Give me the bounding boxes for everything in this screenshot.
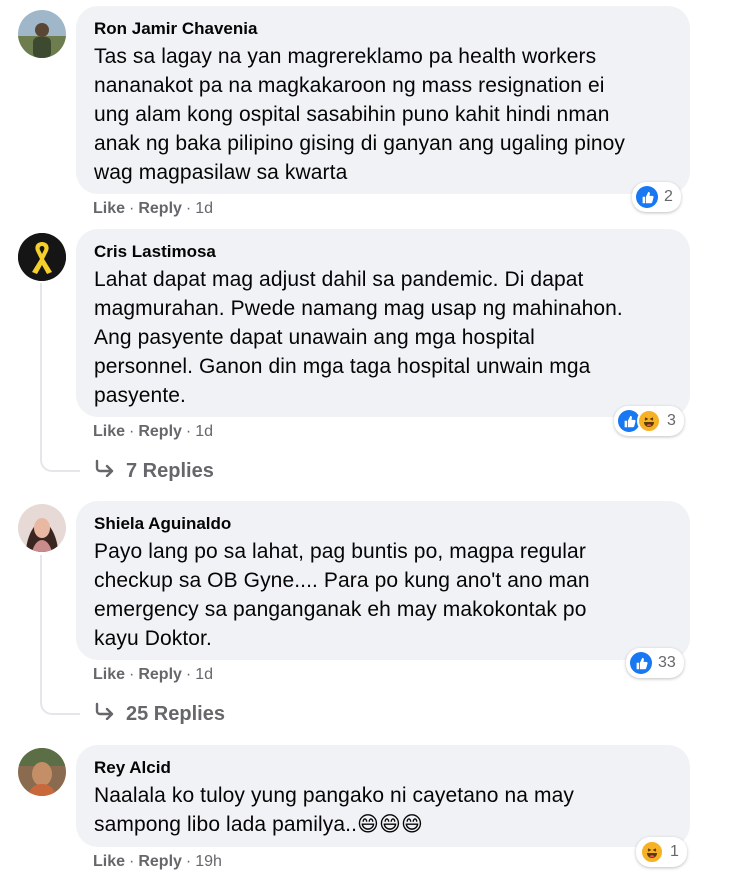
comment-actions: Like · Reply · 1d [93, 666, 213, 684]
replies-count-label: 7 Replies [126, 459, 214, 482]
reply-button[interactable]: Reply [138, 423, 182, 441]
reaction-summary[interactable]: 33 [626, 648, 684, 678]
separator: · [185, 200, 192, 217]
view-replies-link[interactable]: 25 Replies [94, 702, 225, 726]
reaction-count: 2 [664, 188, 673, 205]
comment-actions: Like · Reply · 19h [93, 853, 222, 871]
reply-button[interactable]: Reply [138, 666, 182, 684]
comment-text: Payo lang po sa lahat, pag buntis po, ma… [94, 540, 590, 650]
reaction-count: 33 [658, 654, 676, 671]
thread-connector [40, 555, 80, 715]
separator: · [129, 666, 135, 683]
comment-timestamp[interactable]: 1d [195, 423, 213, 441]
view-replies-link[interactable]: 7 Replies [94, 459, 214, 483]
comment-author[interactable]: Cris Lastimosa [94, 241, 672, 263]
thread-connector [40, 283, 80, 472]
avatar[interactable] [18, 504, 66, 552]
reply-button[interactable]: Reply [138, 853, 182, 871]
like-button[interactable]: Like [93, 853, 125, 871]
comment-text: Lahat dapat mag adjust dahil sa pandemic… [94, 268, 623, 407]
comment-text: Tas sa lagay na yan magrereklamo pa heal… [94, 45, 625, 184]
separator: · [185, 853, 192, 870]
reaction-count: 3 [667, 412, 676, 429]
separator: · [129, 853, 135, 870]
separator: · [129, 200, 135, 217]
haha-icon [637, 409, 661, 433]
reply-arrow-icon [94, 702, 116, 726]
avatar[interactable] [18, 233, 66, 281]
like-icon [630, 652, 652, 674]
haha-icon [640, 840, 664, 864]
reaction-count: 1 [670, 843, 679, 860]
reply-button[interactable]: Reply [138, 200, 182, 218]
comment-author[interactable]: Rey Alcid [94, 757, 672, 779]
reaction-summary[interactable]: 2 [632, 182, 681, 212]
separator: · [129, 423, 135, 440]
comment-timestamp[interactable]: 19h [195, 853, 222, 871]
comment-timestamp[interactable]: 1d [195, 200, 213, 218]
avatar[interactable] [18, 10, 66, 58]
avatar[interactable] [18, 748, 66, 796]
like-button[interactable]: Like [93, 666, 125, 684]
comment-author[interactable]: Shiela Aguinaldo [94, 513, 672, 535]
replies-count-label: 25 Replies [126, 702, 225, 725]
comment-actions: Like · Reply · 1d [93, 200, 213, 218]
comment-author[interactable]: Ron Jamir Chavenia [94, 18, 672, 40]
comment-actions: Like · Reply · 1d [93, 423, 213, 441]
comment-bubble: Ron Jamir Chavenia Tas sa lagay na yan m… [76, 6, 690, 194]
comment-bubble: Rey Alcid Naalala ko tuloy yung pangako … [76, 745, 690, 847]
like-button[interactable]: Like [93, 200, 125, 218]
reaction-summary[interactable]: 1 [636, 837, 687, 867]
reply-arrow-icon [94, 459, 116, 483]
like-button[interactable]: Like [93, 423, 125, 441]
comment-bubble: Shiela Aguinaldo Payo lang po sa lahat, … [76, 501, 690, 660]
separator: · [185, 666, 192, 683]
comment-timestamp[interactable]: 1d [195, 666, 213, 684]
comment-bubble: Cris Lastimosa Lahat dapat mag adjust da… [76, 229, 690, 417]
comment-text: Naalala ko tuloy yung pangako ni cayetan… [94, 784, 574, 836]
reaction-summary[interactable]: 3 [614, 406, 684, 436]
like-icon [636, 186, 658, 208]
separator: · [185, 423, 192, 440]
